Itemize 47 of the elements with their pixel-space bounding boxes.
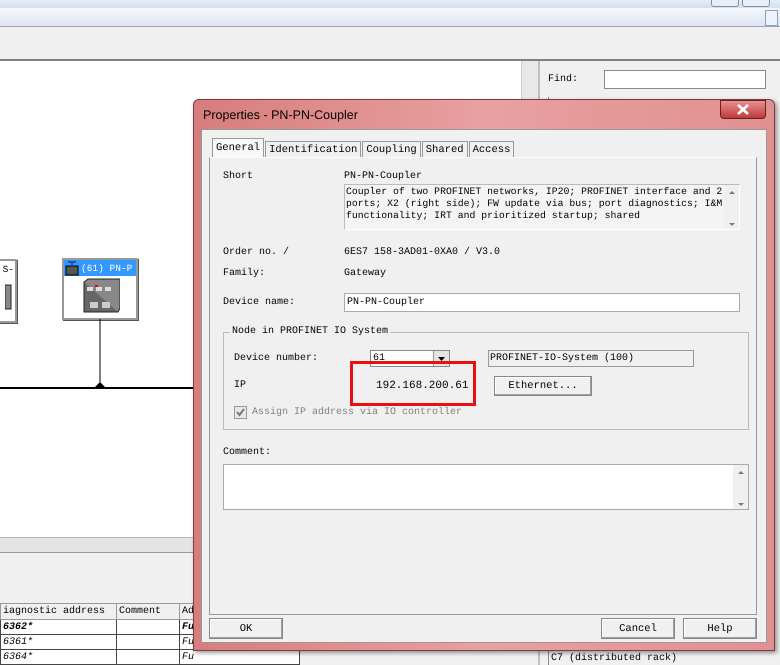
tab[interactable]: Identification: [265, 141, 362, 157]
scroll-up-icon[interactable]: [738, 471, 744, 474]
field-label: Short: [223, 170, 254, 182]
table-cell: 6362*: [0, 620, 116, 634]
field-label: Family:: [223, 268, 266, 278]
description-text: Coupler of two PROFINET networks, IP20; PROFINET interface and 2 ports; X2 (right side); FW update via bus; port diagnostics; I&M functionality; IRT and prioritized startup; shared: [345, 185, 724, 223]
dialog-button[interactable]: OK: [209, 618, 283, 639]
device-name-field[interactable]: PN-PN-Coupler: [344, 292, 740, 312]
description-box[interactable]: Coupler of two PROFINET networks, IP20; PROFINET interface and 2 ports; X2 (right side); FW update via bus; port diagnostics; I&M functionality; IRT and prioritized startup; shared: [344, 184, 740, 230]
tab[interactable]: General: [212, 138, 264, 157]
field-value: Gateway: [344, 268, 386, 278]
scroll-up-icon[interactable]: [728, 191, 734, 194]
dialog-button[interactable]: Cancel: [601, 618, 675, 639]
field-label: Comment:: [223, 447, 272, 458]
catalog-item[interactable]: C7 (distributed rack): [549, 653, 780, 665]
ip-address-value: 192.168.200.61: [376, 380, 470, 392]
tab[interactable]: Shared: [422, 141, 468, 157]
field-label: Device number:: [234, 353, 320, 364]
ethernet-button[interactable]: Ethernet...: [494, 376, 592, 396]
dialog-button[interactable]: Help: [683, 618, 757, 639]
field-label: IP: [234, 380, 248, 391]
io-system-field: PROFINET-IO-System (100): [488, 350, 694, 367]
field-value: PN-PN-Coupler: [344, 170, 422, 182]
column-header[interactable]: Comment: [116, 604, 180, 620]
node-label: (61) PN-P: [81, 262, 132, 274]
node-label: S-: [2, 264, 14, 274]
scroll-down-icon[interactable]: [728, 223, 734, 226]
find-label: Find:: [548, 74, 578, 84]
close-button[interactable]: [720, 100, 766, 119]
table-cell: 6364*: [0, 650, 116, 664]
close-icon: [736, 104, 750, 115]
group-title: Node in PROFINET IO System: [230, 326, 390, 337]
column-header[interactable]: iagnostic address: [0, 604, 116, 620]
dropdown-arrow-icon[interactable]: [438, 356, 445, 360]
comment-field[interactable]: [223, 464, 749, 510]
find-field[interactable]: [604, 70, 766, 88]
field-label: Device name:: [223, 296, 296, 308]
tab[interactable]: Access: [468, 141, 514, 157]
field-value: 6ES7 158-3AD01-0XA0 / V3.0: [344, 246, 500, 258]
tab[interactable]: Coupling: [362, 141, 421, 157]
field-label: Order no. /: [223, 246, 290, 258]
table-cell: 6361*: [0, 634, 116, 650]
device-node[interactable]: S-: [0, 259, 17, 323]
device-icon: [65, 260, 79, 276]
scroll-down-icon[interactable]: [738, 503, 744, 506]
dialog-title: Properties - PN-PN-Coupler: [203, 108, 358, 122]
checkbox-label: Assign IP address via IO controller: [252, 406, 462, 418]
